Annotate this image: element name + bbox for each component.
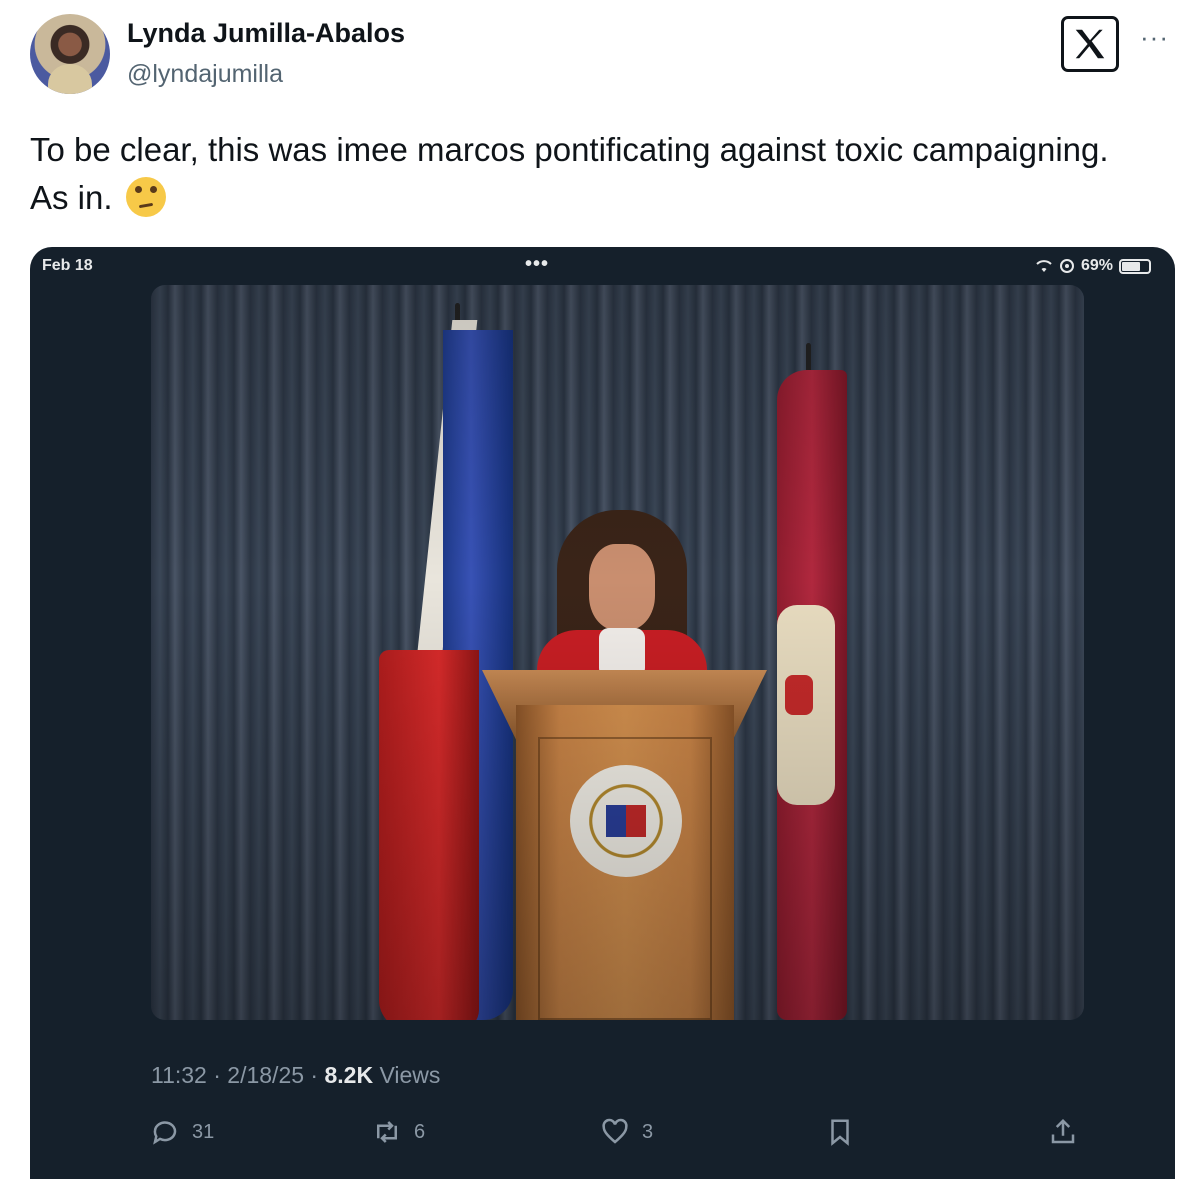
status-date: Feb 18: [42, 257, 93, 274]
repost-icon: [377, 1121, 397, 1143]
bookmark-icon: [831, 1119, 849, 1146]
x-logo-icon[interactable]: [1061, 16, 1119, 72]
action-bar: 31 6 3: [30, 1117, 1175, 1157]
tweet-header: Lynda Jumilla-Abalos @lyndajumilla ···: [0, 0, 1200, 110]
battery-percent: 69%: [1080, 257, 1113, 274]
embedded-screenshot[interactable]: Feb 18 ••• 69% 11:32 · 2/18/25 · 8.2K Vi…: [30, 247, 1175, 1179]
heart-icon: [602, 1118, 628, 1144]
repost-button[interactable]: 6: [372, 1117, 425, 1147]
tweet-text: To be clear, this was imee marcos pontif…: [30, 126, 1150, 222]
more-options-icon[interactable]: ···: [1140, 22, 1169, 53]
views-count: 8.2K: [324, 1062, 374, 1088]
x-glyph-icon: [1075, 29, 1105, 59]
tweet-body: To be clear, this was imee marcos pontif…: [30, 131, 1109, 216]
like-count: 3: [642, 1120, 654, 1143]
location-icon: [1059, 259, 1074, 273]
rolling-eyes-emoji-icon: [125, 177, 166, 217]
tweet-meta: 11:32 · 2/18/25 · 8.2K Views: [151, 1062, 440, 1089]
embedded-photo[interactable]: [151, 285, 1084, 1020]
timestamp[interactable]: 11:32 · 2/18/25 ·: [151, 1062, 324, 1088]
repost-count: 6: [414, 1120, 426, 1143]
reply-icon: [153, 1121, 177, 1145]
battery-icon: [1119, 258, 1151, 274]
author-handle[interactable]: @lyndajumilla: [127, 60, 283, 89]
views-label: Views: [373, 1062, 441, 1088]
status-right: 69%: [1035, 257, 1151, 275]
author-name[interactable]: Lynda Jumilla-Abalos: [127, 18, 405, 49]
share-button[interactable]: [1048, 1117, 1078, 1147]
like-button[interactable]: 3: [600, 1117, 653, 1147]
bookmark-button[interactable]: [825, 1117, 855, 1147]
avatar[interactable]: [30, 14, 110, 94]
wifi-icon: [1036, 260, 1052, 272]
share-icon: [1051, 1118, 1075, 1144]
status-dots: •••: [525, 253, 550, 275]
status-bar: Feb 18 ••• 69%: [30, 247, 1175, 283]
reply-count: 31: [192, 1120, 215, 1143]
reply-button[interactable]: 31: [150, 1117, 214, 1147]
